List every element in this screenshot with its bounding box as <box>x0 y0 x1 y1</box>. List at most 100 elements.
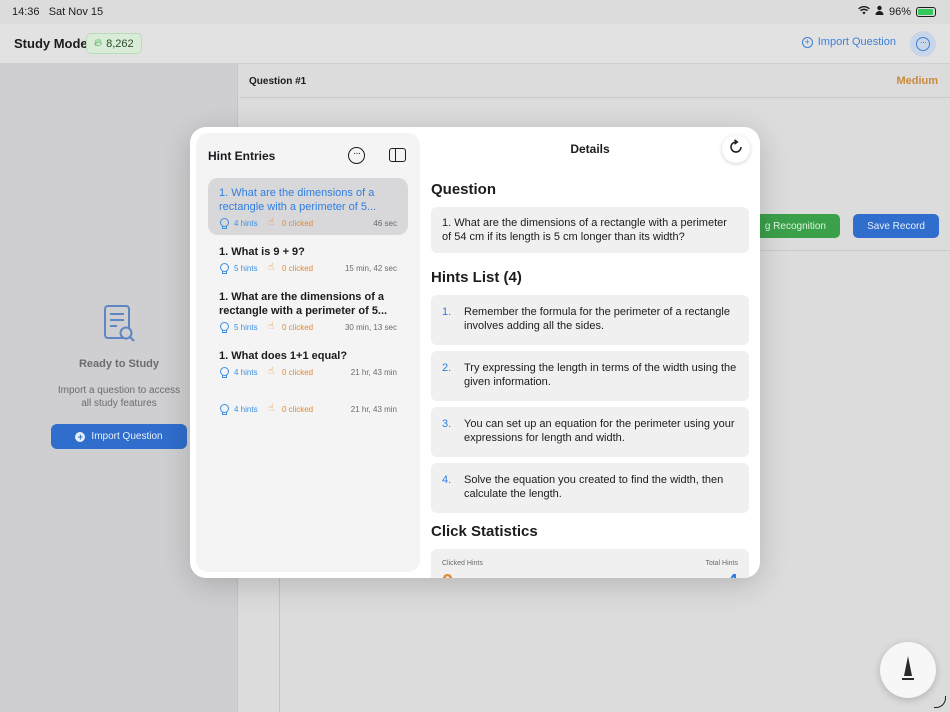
flame-icon: 🔥︎ <box>94 37 103 49</box>
person-icon <box>875 5 884 18</box>
lightbulb-icon <box>219 262 229 274</box>
streak-badge[interactable]: 🔥︎ 8,262 <box>86 33 142 54</box>
save-record-button[interactable]: Save Record <box>853 214 939 238</box>
hint-card[interactable]: 3. You can set up an equation for the pe… <box>431 407 749 457</box>
import-question-link-label: Import Question <box>817 36 896 48</box>
plus-circle-icon: + <box>75 431 86 442</box>
entry-time: 46 sec <box>373 218 397 228</box>
hint-entry[interactable]: 1. What are the dimensions of a rectangl… <box>208 178 408 235</box>
hint-card[interactable]: 2. Try expressing the length in terms of… <box>431 351 749 401</box>
lightbulb-icon <box>219 366 229 378</box>
hand-tap-icon: ☝︎ <box>268 321 275 332</box>
clicked-hints-label: Clicked Hints <box>442 560 483 567</box>
top-navigation-bar: Study Mode 🔥︎ 8,262 + Import Question ··… <box>0 24 950 64</box>
hint-entry[interactable]: 1. What are the dimensions of a rectangl… <box>208 282 408 339</box>
entry-time: 21 hr, 43 min <box>350 367 397 377</box>
total-hints-label: Total Hints <box>705 560 738 567</box>
entry-meta: 5 hints ☝︎ 0 clicked 30 min, 13 sec <box>219 321 397 333</box>
details-scroll[interactable]: Question 1. What are the dimensions of a… <box>431 181 749 578</box>
hand-tap-icon: ☝︎ <box>268 217 275 228</box>
ellipsis-icon: ··· <box>916 37 930 51</box>
hint-text: You can set up an equation for the perim… <box>464 418 735 444</box>
difficulty-label: Medium <box>896 75 938 87</box>
clicked-hints-value: 0 <box>442 571 453 578</box>
entry-title: 1. What are the dimensions of a rectangl… <box>219 291 388 317</box>
hint-number: 1. <box>442 306 452 318</box>
click-statistics-box: Clicked Hints Total Hints 0 4 <box>431 549 749 578</box>
hint-text: Try expressing the length in terms of th… <box>464 362 737 388</box>
entry-title: 1. What does 1+1 equal? <box>219 350 348 362</box>
lightbulb-icon <box>219 217 229 229</box>
more-options-icon[interactable]: ··· <box>348 147 365 164</box>
hint-entries-panel: Hint Entries ··· 1. What are the dimensi… <box>196 133 420 572</box>
entry-hints: 5 hints <box>234 322 258 332</box>
hint-entry[interactable]: 1. What does 1+1 equal? 4 hints ☝︎ 0 cli… <box>208 341 408 384</box>
total-hints-value: 4 <box>727 571 738 578</box>
refresh-button[interactable] <box>722 135 750 163</box>
import-question-link[interactable]: + Import Question <box>801 36 896 48</box>
streak-count: 8,262 <box>106 37 134 50</box>
question-heading: Question <box>431 181 497 198</box>
entry-clicked: 0 clicked <box>282 218 314 228</box>
entry-clicked: 0 clicked <box>282 263 314 273</box>
hint-entries-list: 1. What are the dimensions of a rectangl… <box>208 178 408 423</box>
entry-clicked: 0 clicked <box>282 367 314 377</box>
hint-number: 3. <box>442 418 452 430</box>
empty-state-line-2: all study features <box>81 398 157 409</box>
hint-text: Remember the formula for the perimeter o… <box>464 306 730 332</box>
refresh-icon <box>728 139 744 159</box>
entry-hints: 4 hints <box>234 218 258 228</box>
question-header: Question #1 Medium <box>239 64 950 98</box>
hint-entries-title: Hint Entries <box>208 149 276 163</box>
lightbulb-icon <box>219 321 229 333</box>
status-time: 14:36 Sat Nov 15 <box>12 6 104 18</box>
question-text: 1. What are the dimensions of a rectangl… <box>431 207 749 253</box>
entry-clicked: 0 clicked <box>282 404 314 414</box>
document-search-icon <box>102 304 136 344</box>
details-panel: Details Question 1. What are the dimensi… <box>420 127 760 578</box>
hints-list: 1. Remember the formula for the perimete… <box>431 295 749 513</box>
status-right: 96% <box>858 5 936 18</box>
hint-card[interactable]: 1. Remember the formula for the perimete… <box>431 295 749 345</box>
entry-time: 30 min, 13 sec <box>344 322 397 332</box>
hint-text: Solve the equation you created to find t… <box>464 474 724 500</box>
entry-meta: 4 hints ☝︎ 0 clicked 46 sec <box>219 217 397 229</box>
lightbulb-icon <box>219 403 229 415</box>
hand-tap-icon: ☝︎ <box>268 262 275 273</box>
hint-number: 2. <box>442 362 452 374</box>
question-number: Question #1 <box>249 76 307 87</box>
hint-entries-modal: Hint Entries ··· 1. What are the dimensi… <box>190 127 760 578</box>
click-statistics-heading: Click Statistics <box>431 523 538 540</box>
plus-circle-icon: + <box>801 36 813 48</box>
import-question-button[interactable]: + Import Question <box>51 424 187 449</box>
entry-time: 15 min, 42 sec <box>344 263 397 273</box>
entry-clicked: 0 clicked <box>282 322 314 332</box>
entry-hints: 4 hints <box>234 404 258 414</box>
empty-state-line-1: Import a question to access <box>57 385 181 396</box>
wifi-icon <box>858 5 870 18</box>
sidebar-toggle-icon[interactable] <box>389 148 406 162</box>
entry-hints: 5 hints <box>234 263 258 273</box>
entry-meta: 4 hints ☝︎ 0 clicked 21 hr, 43 min <box>219 366 397 378</box>
hint-card[interactable]: 4. Solve the equation you created to fin… <box>431 463 749 513</box>
pencil-tool-button[interactable] <box>880 642 936 698</box>
import-question-button-label: Import Question <box>91 431 163 442</box>
entry-hints: 4 hints <box>234 367 258 377</box>
entry-meta: 4 hints ☝︎ 0 clicked 21 hr, 43 min <box>219 403 397 415</box>
entry-title: 1. What is 9 + 9? <box>219 246 305 258</box>
hint-entry[interactable]: 1. What is 9 + 9? 5 hints ☝︎ 0 clicked 1… <box>208 237 408 280</box>
entry-title: 1. What are the dimensions of a rectangl… <box>219 187 377 213</box>
pencil-base <box>902 678 914 680</box>
details-title: Details <box>570 142 610 156</box>
hand-tap-icon: ☝︎ <box>268 366 275 377</box>
hand-tap-icon: ☝︎ <box>268 403 275 414</box>
entry-meta: 5 hints ☝︎ 0 clicked 15 min, 42 sec <box>219 262 397 274</box>
hint-entry[interactable]: 4 hints ☝︎ 0 clicked 21 hr, 43 min <box>208 386 408 421</box>
pencil-icon <box>904 656 912 676</box>
app-title: Study Mode <box>14 36 88 51</box>
entry-time: 21 hr, 43 min <box>350 404 397 414</box>
hint-number: 4. <box>442 474 452 486</box>
battery-percent: 96% <box>888 5 911 18</box>
battery-icon <box>916 6 936 17</box>
more-options-button[interactable]: ··· <box>910 31 936 57</box>
